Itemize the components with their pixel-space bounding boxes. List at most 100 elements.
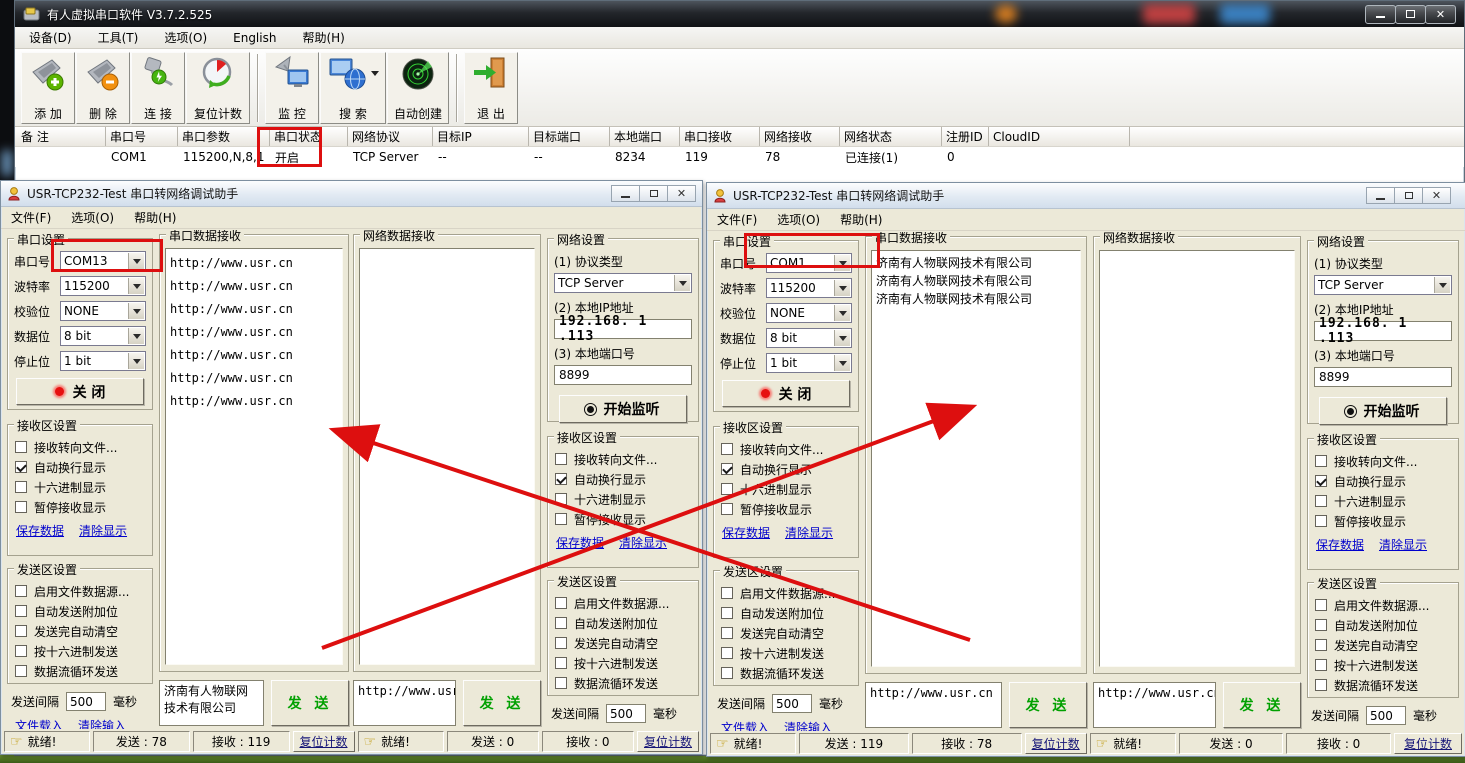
- checkbox[interactable]: [555, 637, 567, 649]
- exit-button[interactable]: 退 出: [464, 52, 518, 124]
- stopbits-select[interactable]: 1 bit: [60, 351, 146, 371]
- checkbox[interactable]: [555, 657, 567, 669]
- checkbox[interactable]: [15, 501, 27, 513]
- clear-display-link[interactable]: 清除显示: [619, 534, 667, 551]
- parity-select[interactable]: NONE: [766, 303, 852, 323]
- checkbox[interactable]: [721, 503, 733, 515]
- restore-button[interactable]: [639, 185, 668, 202]
- col-com[interactable]: 串口号: [106, 127, 178, 146]
- close-button[interactable]: ✕: [667, 185, 696, 202]
- search-dropdown-arrow[interactable]: [371, 71, 379, 80]
- checkbox[interactable]: [1315, 515, 1327, 527]
- net-send-button[interactable]: 发 送: [1223, 682, 1301, 728]
- serial-send-button[interactable]: 发 送: [1009, 682, 1087, 728]
- baud-select[interactable]: 115200: [766, 278, 852, 298]
- checkbox[interactable]: [15, 481, 27, 493]
- serial-send-input[interactable]: 济南有人物联网技术有限公司: [159, 680, 264, 726]
- net-send-button[interactable]: 发 送: [463, 680, 541, 726]
- checkbox[interactable]: [1315, 639, 1327, 651]
- main-titlebar[interactable]: 有人虚拟串口软件 V3.7.2.525 ✕: [15, 1, 1464, 27]
- col-net-state[interactable]: 网络状态: [840, 127, 942, 146]
- checkbox[interactable]: [1315, 599, 1327, 611]
- clear-input-link[interactable]: 清除输入: [78, 717, 126, 729]
- menu-device[interactable]: 设备(D): [29, 29, 72, 46]
- clear-display-link[interactable]: 清除显示: [79, 522, 127, 539]
- checkbox[interactable]: [15, 665, 27, 677]
- col-reg-id[interactable]: 注册ID: [942, 127, 989, 146]
- menu-tools[interactable]: 工具(T): [98, 29, 139, 46]
- col-target-ip[interactable]: 目标IP: [433, 127, 529, 146]
- reset-count-button[interactable]: 复位计数: [293, 731, 355, 752]
- connect-button[interactable]: 连 接: [131, 52, 185, 124]
- checkbox[interactable]: [1315, 619, 1327, 631]
- checkbox[interactable]: [721, 647, 733, 659]
- search-button[interactable]: 搜 索: [320, 52, 386, 124]
- checkbox[interactable]: [15, 625, 27, 637]
- reset-count-button[interactable]: 复位计数: [1025, 733, 1087, 754]
- databits-select[interactable]: 8 bit: [766, 328, 852, 348]
- checkbox[interactable]: [555, 453, 567, 465]
- reset-count-button[interactable]: 复位计数: [1394, 733, 1462, 754]
- add-port-button[interactable]: 添 加: [21, 52, 75, 124]
- delete-port-button[interactable]: 删 除: [76, 52, 130, 124]
- stopbits-select[interactable]: 1 bit: [766, 353, 852, 373]
- reset-count-button[interactable]: 复位计数: [186, 52, 250, 124]
- checkbox[interactable]: [15, 645, 27, 657]
- clear-input-link[interactable]: 清除输入: [784, 719, 832, 731]
- col-target-port[interactable]: 目标端口: [529, 127, 610, 146]
- col-net-rx[interactable]: 网络接收: [760, 127, 840, 146]
- checkbox[interactable]: [721, 667, 733, 679]
- checkbox[interactable]: [1315, 659, 1327, 671]
- minimize-button[interactable]: [611, 185, 640, 202]
- checkbox-checked[interactable]: [555, 473, 567, 485]
- load-file-link[interactable]: 文件载入: [15, 717, 63, 729]
- serial-recv-listbox[interactable]: http://www.usr.cn http://www.usr.cn http…: [165, 248, 343, 665]
- proto-select[interactable]: TCP Server: [554, 273, 692, 293]
- checkbox-checked[interactable]: [15, 461, 27, 473]
- menu-english[interactable]: English: [233, 31, 276, 45]
- checkbox[interactable]: [555, 513, 567, 525]
- save-data-link[interactable]: 保存数据: [16, 522, 64, 539]
- checkbox-checked[interactable]: [721, 463, 733, 475]
- col-cloud-id[interactable]: CloudID: [989, 127, 1130, 146]
- maximize-button[interactable]: [1395, 5, 1426, 24]
- local-port-input[interactable]: 8899: [1314, 367, 1452, 387]
- save-data-link[interactable]: 保存数据: [556, 534, 604, 551]
- serial-send-button[interactable]: 发 送: [271, 680, 349, 726]
- local-ip-input[interactable]: 192.168. 1 .113: [554, 319, 692, 339]
- parity-select[interactable]: NONE: [60, 301, 146, 321]
- checkbox[interactable]: [721, 627, 733, 639]
- col-serial-rx[interactable]: 串口接收: [680, 127, 760, 146]
- load-file-link[interactable]: 文件载入: [721, 719, 769, 731]
- col-proto[interactable]: 网络协议: [348, 127, 433, 146]
- local-port-input[interactable]: 8899: [554, 365, 692, 385]
- start-listen-button[interactable]: 开始监听: [1319, 397, 1447, 425]
- send-interval-input[interactable]: [66, 692, 106, 711]
- menu-file[interactable]: 文件(F): [717, 211, 757, 228]
- save-data-link[interactable]: 保存数据: [722, 524, 770, 541]
- checkbox[interactable]: [555, 493, 567, 505]
- checkbox[interactable]: [721, 483, 733, 495]
- minimize-button[interactable]: [1365, 5, 1396, 24]
- close-button[interactable]: ✕: [1425, 5, 1456, 24]
- local-ip-input[interactable]: 192.168. 1 .113: [1314, 321, 1452, 341]
- checkbox[interactable]: [15, 605, 27, 617]
- close-port-button[interactable]: 关 闭: [16, 378, 144, 405]
- send-interval-input[interactable]: [1366, 706, 1406, 725]
- checkbox[interactable]: [721, 587, 733, 599]
- send-interval-input[interactable]: [772, 694, 812, 713]
- clear-display-link[interactable]: 清除显示: [1379, 536, 1427, 553]
- serial-send-input[interactable]: http://www.usr.cn: [865, 682, 1002, 728]
- menu-help[interactable]: 帮助(H): [302, 29, 344, 46]
- close-port-button[interactable]: 关 闭: [722, 380, 850, 407]
- menu-file[interactable]: 文件(F): [11, 209, 51, 226]
- reset-count-button[interactable]: 复位计数: [637, 731, 699, 752]
- net-send-input[interactable]: http://www.usr.cn: [353, 680, 456, 726]
- right-titlebar[interactable]: USR-TCP232-Test 串口转网络调试助手 ✕: [707, 183, 1465, 209]
- minimize-button[interactable]: [1366, 187, 1395, 204]
- autocreate-button[interactable]: 自动创建: [387, 52, 449, 124]
- menu-options[interactable]: 选项(O): [777, 211, 820, 228]
- col-local-port[interactable]: 本地端口: [610, 127, 680, 146]
- menu-help[interactable]: 帮助(H): [134, 209, 176, 226]
- start-listen-button[interactable]: 开始监听: [559, 395, 687, 423]
